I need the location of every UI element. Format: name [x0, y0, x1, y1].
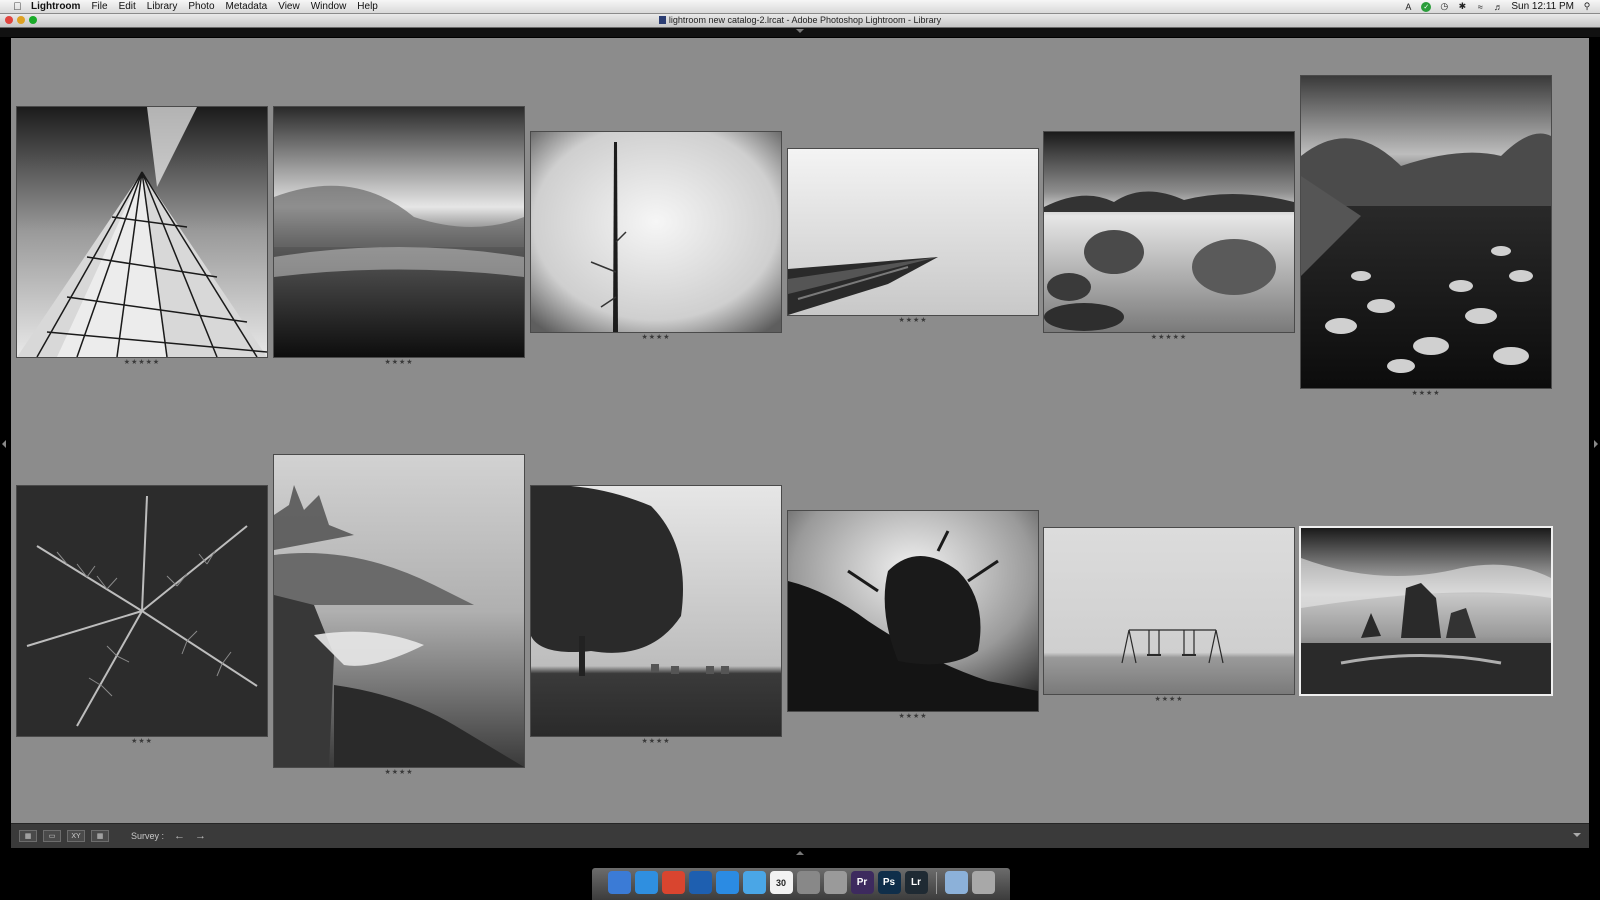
- adobe-status-icon[interactable]: A: [1403, 2, 1413, 12]
- photo-rating[interactable]: ★★★★: [626, 334, 686, 342]
- survey-view: ★★★★★ ★★★★ ★★★★ ★★★★ ★★★★★ ★★★★ ★★★ ★★★★…: [11, 38, 1589, 823]
- applications-folder-icon[interactable]: [944, 871, 968, 894]
- survey-view-button[interactable]: ▦: [91, 830, 109, 842]
- menu-clock[interactable]: Sun 12:11 PM: [1511, 1, 1574, 12]
- menu-library[interactable]: Library: [147, 1, 178, 12]
- grid-view-button[interactable]: ▦: [19, 830, 37, 842]
- photo-rating[interactable]: ★★★★: [883, 317, 943, 325]
- photo-rating[interactable]: ★★★★: [369, 359, 429, 367]
- photo-misty-hills[interactable]: [274, 107, 524, 357]
- photoshop-icon[interactable]: Ps: [877, 871, 901, 894]
- menu-window[interactable]: Window: [311, 1, 347, 12]
- catalog-document-icon: [658, 16, 666, 24]
- menu-app-name[interactable]: Lightroom: [31, 1, 80, 12]
- finder-icon[interactable]: [607, 871, 631, 894]
- menu-help[interactable]: Help: [357, 1, 378, 12]
- photo-pier-fog[interactable]: [788, 149, 1038, 315]
- loupe-view-button[interactable]: ▭: [43, 830, 61, 842]
- window-title-bar: lightroom new catalog-2.lrcat - Adobe Ph…: [0, 14, 1600, 28]
- photo-rating[interactable]: ★★★★: [1139, 696, 1199, 704]
- photo-foggy-coast[interactable]: [274, 455, 524, 767]
- photo-lily-pond[interactable]: [1301, 76, 1551, 388]
- toolbar-options-chevron-icon[interactable]: [1573, 833, 1581, 837]
- window-zoom-button[interactable]: [29, 16, 37, 24]
- photo-rating[interactable]: ★★★★★: [1139, 334, 1199, 342]
- itunes-icon[interactable]: [742, 871, 766, 894]
- google-earth-icon[interactable]: [688, 871, 712, 894]
- preferences-icon[interactable]: [823, 871, 847, 894]
- safari-icon[interactable]: [634, 871, 658, 894]
- trash-icon[interactable]: [971, 871, 995, 894]
- bluetooth-icon[interactable]: ✱: [1457, 1, 1467, 12]
- window-minimize-button[interactable]: [17, 16, 25, 24]
- menu-photo[interactable]: Photo: [188, 1, 214, 12]
- time-machine-icon[interactable]: ◷: [1439, 1, 1449, 12]
- previous-photo-arrow-icon[interactable]: ←: [174, 830, 185, 842]
- volume-icon[interactable]: ♬: [1493, 2, 1503, 12]
- dock-separator: [935, 872, 937, 894]
- photo-dead-tree-blur[interactable]: [531, 132, 781, 332]
- photo-lake-rocks[interactable]: [1044, 132, 1294, 332]
- dock: 30 Pr Ps Lr: [592, 868, 1010, 900]
- chrome-icon[interactable]: [661, 871, 685, 894]
- photo-rating[interactable]: ★★★★: [1396, 390, 1456, 398]
- menu-view[interactable]: View: [278, 1, 300, 12]
- calendar-icon[interactable]: 30: [769, 871, 793, 894]
- menu-bar:  Lightroom File Edit Library Photo Meta…: [0, 0, 1600, 14]
- library-toolbar: ▦ ▭ XY ▦ Survey : ← →: [11, 823, 1589, 848]
- photo-ferns[interactable]: [17, 486, 267, 736]
- menu-metadata[interactable]: Metadata: [226, 1, 268, 12]
- right-panel-toggle-icon[interactable]: [1594, 440, 1598, 448]
- wifi-icon[interactable]: ≈: [1475, 2, 1485, 12]
- app-store-icon[interactable]: [715, 871, 739, 894]
- dock-area: 30 Pr Ps Lr: [0, 848, 1600, 900]
- left-panel-toggle-icon[interactable]: [2, 440, 6, 448]
- menu-file[interactable]: File: [91, 1, 107, 12]
- menu-edit[interactable]: Edit: [119, 1, 136, 12]
- spotlight-search-icon[interactable]: ⚲: [1582, 1, 1592, 12]
- photo-rating[interactable]: ★★★: [112, 738, 172, 746]
- photo-swing-set[interactable]: [1044, 528, 1294, 694]
- sync-status-icon[interactable]: ✓: [1421, 1, 1432, 12]
- next-photo-arrow-icon[interactable]: →: [195, 830, 206, 842]
- photo-rating[interactable]: ★★★★: [369, 769, 429, 777]
- window-title: lightroom new catalog-2.lrcat - Adobe Ph…: [668, 15, 942, 25]
- survey-mode-label: Survey :: [131, 831, 165, 841]
- apple-icon[interactable]: : [12, 1, 23, 13]
- photo-rating[interactable]: ★★★★: [883, 713, 943, 721]
- compare-view-button[interactable]: XY: [67, 830, 85, 842]
- photo-rating[interactable]: ★★★★★: [112, 359, 172, 367]
- photo-rating[interactable]: ★★★★: [626, 738, 686, 746]
- photo-glass-tower[interactable]: [17, 107, 268, 358]
- lightroom-icon[interactable]: Lr: [904, 871, 928, 894]
- top-panel-strip: [0, 28, 1600, 37]
- photo-sea-stacks[interactable]: [1301, 528, 1551, 694]
- window-close-button[interactable]: [5, 16, 13, 24]
- premiere-icon[interactable]: Pr: [850, 871, 874, 894]
- scanner-icon[interactable]: [796, 871, 820, 894]
- bottom-panel-toggle-icon[interactable]: [796, 851, 804, 855]
- top-panel-toggle-icon[interactable]: [796, 29, 804, 33]
- photo-tree-mist[interactable]: [531, 485, 781, 736]
- photo-tree-silhouette[interactable]: [788, 511, 1038, 711]
